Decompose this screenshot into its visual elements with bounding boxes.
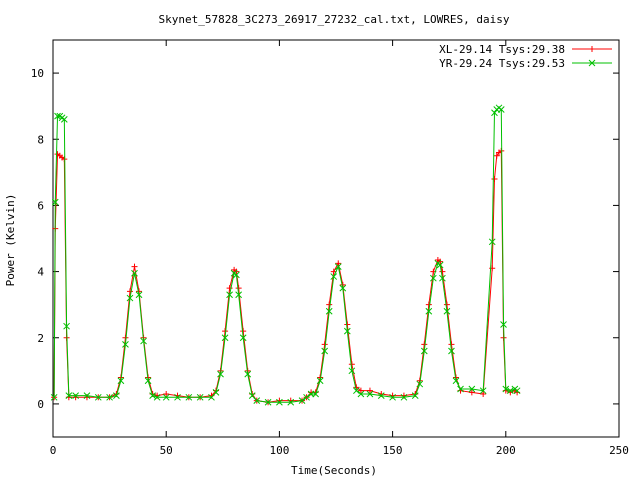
- x-axis-title: Time(Seconds): [291, 464, 377, 477]
- chart: Skynet_57828_3C273_26917_27232_cal.txt, …: [0, 0, 640, 480]
- y-tick-label: 8: [37, 133, 44, 146]
- x-tick-label: 200: [496, 444, 516, 457]
- y-tick-label: 4: [37, 266, 44, 279]
- chart-background: [0, 0, 640, 480]
- x-tick-label: 150: [383, 444, 403, 457]
- y-tick-label: 10: [31, 67, 44, 80]
- x-tick-label: 250: [609, 444, 629, 457]
- x-tick-label: 100: [269, 444, 289, 457]
- y-tick-label: 6: [37, 199, 44, 212]
- y-tick-label: 0: [37, 398, 44, 411]
- y-axis-title: Power (Kelvin): [4, 194, 17, 287]
- y-tick-label: 2: [37, 332, 44, 345]
- x-tick-label: 50: [160, 444, 173, 457]
- chart-title: Skynet_57828_3C273_26917_27232_cal.txt, …: [159, 13, 510, 26]
- legend-label: XL-29.14 Tsys:29.38: [439, 43, 565, 56]
- legend-label: YR-29.24 Tsys:29.53: [439, 57, 565, 70]
- x-tick-label: 0: [50, 444, 57, 457]
